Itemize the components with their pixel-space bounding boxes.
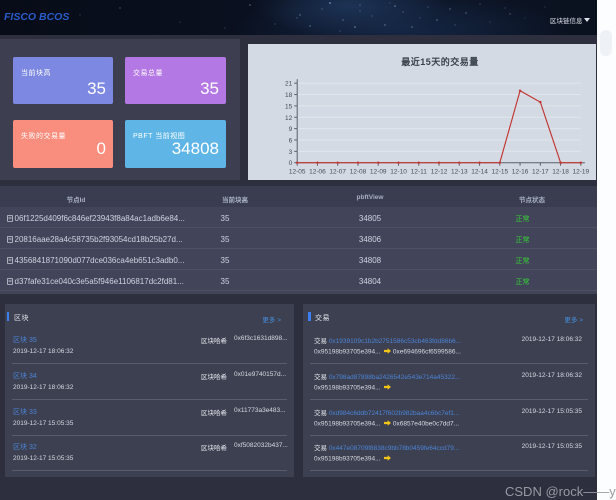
- svg-text:12-16: 12-16: [512, 169, 529, 176]
- svg-text:12-07: 12-07: [329, 169, 346, 176]
- svg-text:18: 18: [285, 92, 293, 99]
- svg-text:12-14: 12-14: [471, 169, 488, 176]
- svg-text:12-13: 12-13: [451, 169, 468, 176]
- svg-text:3: 3: [289, 149, 293, 156]
- svg-text:0: 0: [289, 160, 293, 167]
- svg-text:12-08: 12-08: [350, 169, 367, 176]
- svg-text:12-18: 12-18: [552, 169, 569, 176]
- svg-text:9: 9: [289, 126, 293, 133]
- svg-text:12-09: 12-09: [370, 169, 387, 176]
- svg-text:12-12: 12-12: [431, 169, 448, 176]
- svg-text:12-15: 12-15: [491, 169, 508, 176]
- svg-text:12: 12: [285, 115, 293, 122]
- svg-text:12-19: 12-19: [573, 169, 590, 176]
- svg-text:12-10: 12-10: [390, 169, 407, 176]
- svg-text:15: 15: [285, 103, 293, 110]
- svg-text:12-06: 12-06: [309, 169, 326, 176]
- svg-text:6: 6: [289, 137, 293, 144]
- svg-text:12-11: 12-11: [411, 169, 428, 176]
- svg-text:21: 21: [285, 81, 293, 88]
- svg-text:12-17: 12-17: [532, 169, 549, 176]
- svg-text:12-05: 12-05: [289, 169, 306, 176]
